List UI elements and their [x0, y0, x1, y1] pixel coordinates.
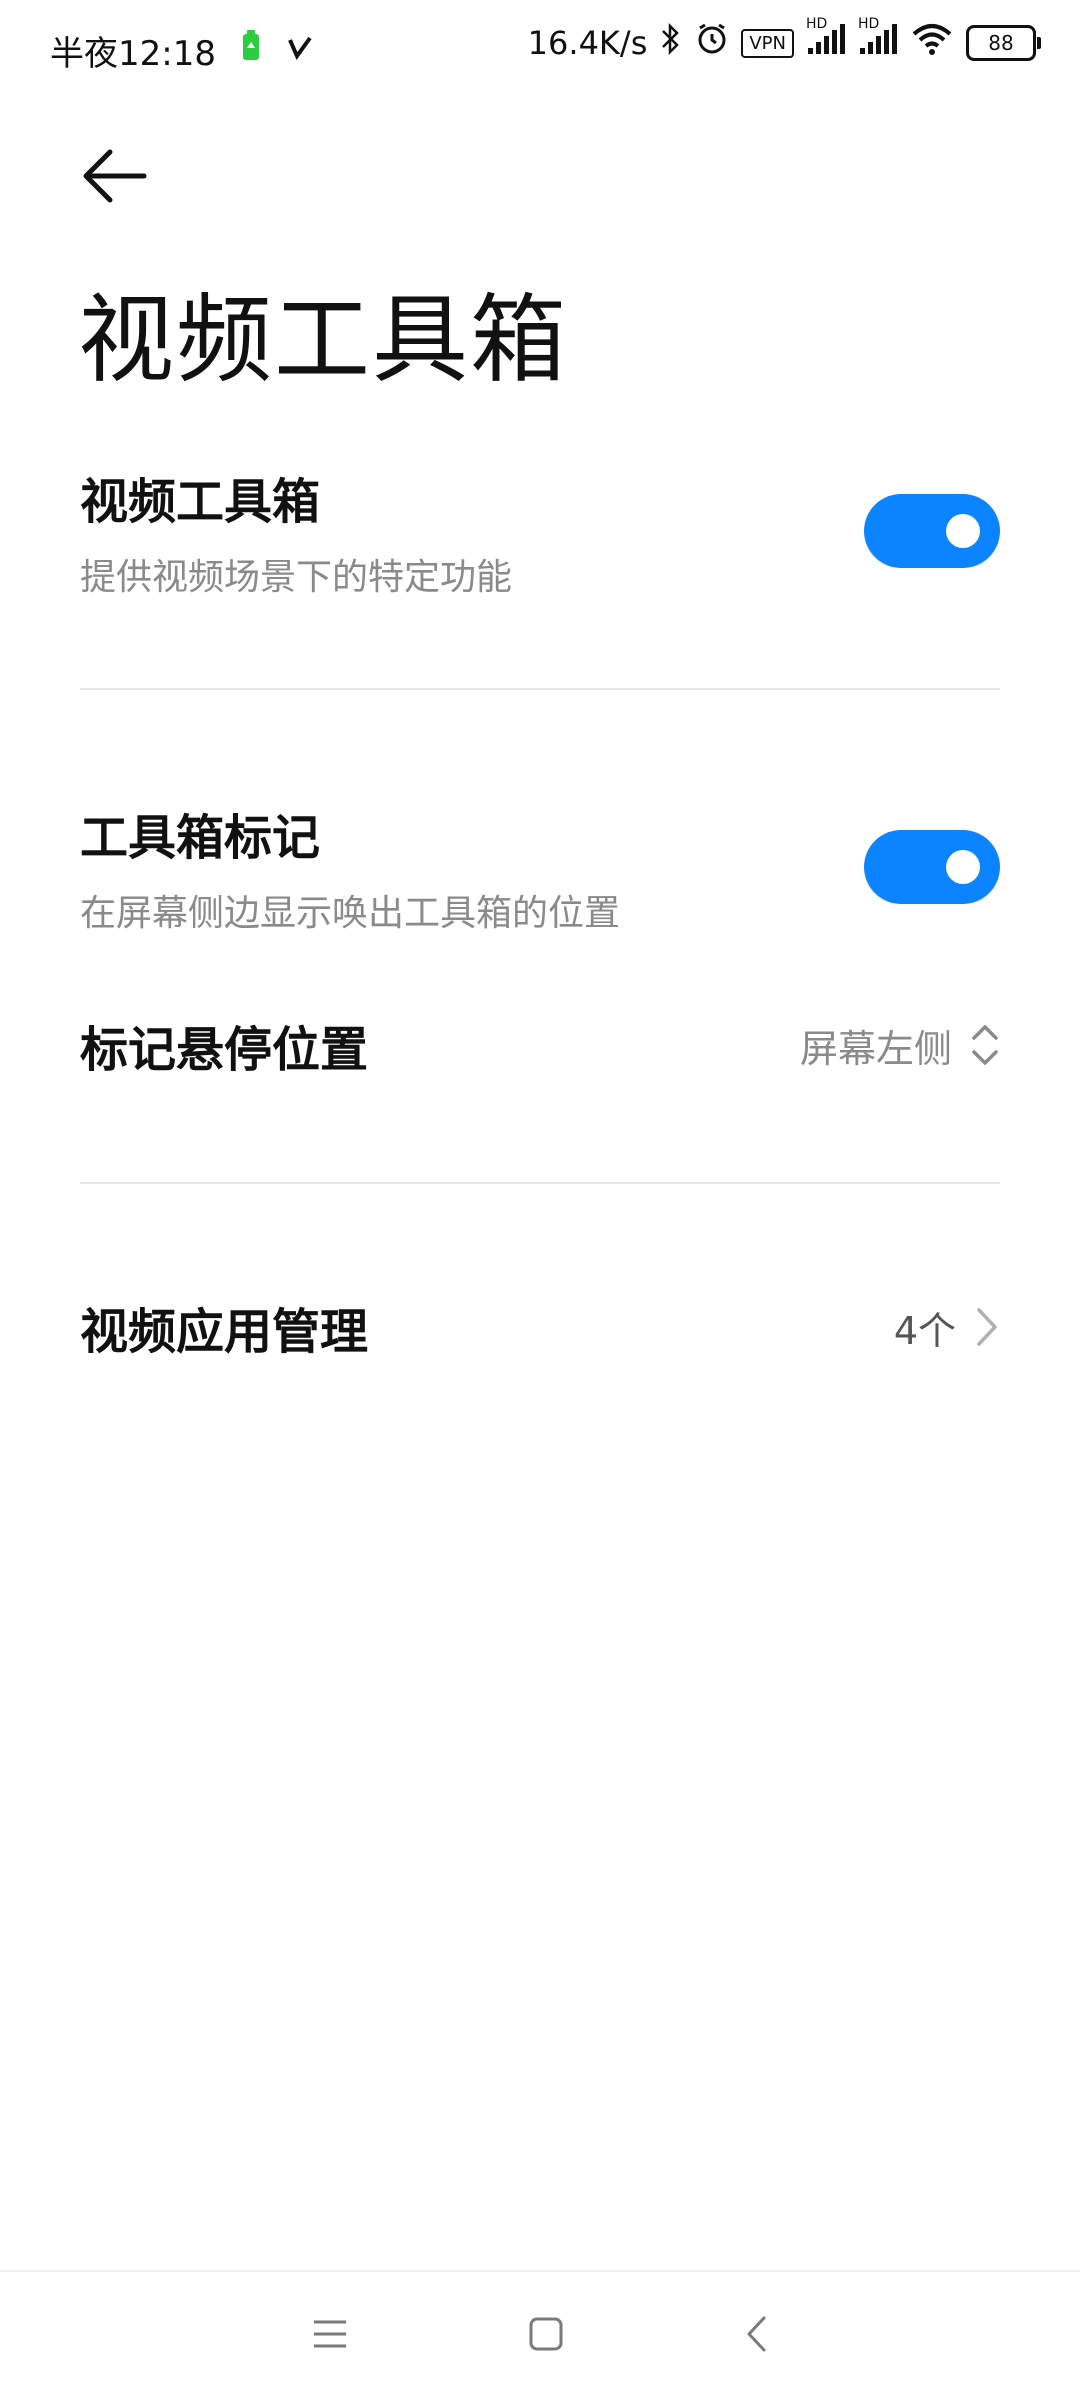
settings-screen: 半夜12:18 16.4K/s VPN HD HD 88 视频工具箱 视频工具箱…	[0, 0, 1080, 2400]
cellular-signal-2-icon: HD	[858, 16, 898, 64]
hd-label-2: HD	[858, 16, 880, 32]
battery-level: 88	[988, 31, 1014, 55]
menu-nav-button[interactable]	[312, 2319, 348, 2353]
chevron-up-down-icon	[972, 1025, 998, 1065]
app-notification-icon	[286, 31, 314, 71]
marker-position-selector[interactable]: 屏幕左侧	[800, 1018, 1000, 1073]
toggle-knob	[946, 514, 980, 548]
toggle-knob	[946, 850, 980, 884]
video-toolbox-toggle[interactable]	[864, 494, 1000, 568]
alarm-icon	[695, 22, 729, 64]
setting-toolbox-marker-title: 工具箱标记	[80, 810, 321, 866]
marker-position-value: 屏幕左侧	[799, 1026, 952, 1071]
setting-video-toolbox-subtitle: 提供视频场景下的特定功能	[80, 557, 513, 598]
app-management-value-area: 4个	[894, 1300, 1000, 1355]
battery-icon: 88	[966, 25, 1041, 61]
setting-video-toolbox-text: 视频工具箱 提供视频场景下的特定功能	[80, 462, 512, 600]
arrow-left-icon	[83, 149, 147, 203]
setting-video-toolbox[interactable]: 视频工具箱 提供视频场景下的特定功能	[80, 462, 1000, 600]
setting-marker-position-title: 标记悬停位置	[80, 1022, 369, 1078]
bluetooth-icon	[659, 22, 683, 64]
menu-icon	[314, 2320, 346, 2348]
chevron-right-icon	[977, 1308, 997, 1346]
divider	[80, 1182, 1000, 1184]
setting-video-toolbox-title: 视频工具箱	[80, 474, 321, 530]
navigation-bar	[0, 2270, 1080, 2400]
network-speed: 16.4K/s	[527, 24, 648, 62]
toolbox-marker-toggle[interactable]	[864, 830, 1000, 904]
setting-marker-position[interactable]: 标记悬停位置 屏幕左侧	[80, 1010, 1000, 1080]
chevron-left-icon	[747, 2316, 766, 2352]
back-button[interactable]	[80, 146, 150, 206]
page-title: 视频工具箱	[78, 284, 568, 396]
setting-app-management[interactable]: 视频应用管理 4个	[80, 1292, 1000, 1362]
setting-toolbox-marker[interactable]: 工具箱标记 在屏幕侧边显示唤出工具箱的位置	[80, 798, 1000, 936]
home-square-icon	[529, 2317, 563, 2351]
divider	[80, 688, 1000, 690]
status-bar: 半夜12:18 16.4K/s VPN HD HD 88	[0, 0, 1080, 96]
setting-toolbox-marker-subtitle: 在屏幕侧边显示唤出工具箱的位置	[80, 893, 621, 934]
cellular-signal-1-icon: HD	[806, 16, 846, 64]
status-left: 半夜12:18	[50, 26, 314, 75]
home-nav-button[interactable]	[528, 2316, 564, 2356]
status-right: 16.4K/s VPN HD HD 88	[527, 16, 1041, 64]
setting-toolbox-marker-text: 工具箱标记 在屏幕侧边显示唤出工具箱的位置	[80, 798, 620, 936]
app-management-count: 4个	[893, 1308, 956, 1353]
vpn-badge: VPN	[741, 28, 794, 58]
hd-label-1: HD	[806, 16, 828, 32]
wifi-icon	[910, 22, 954, 64]
back-nav-button[interactable]	[744, 2315, 768, 2357]
setting-app-management-title: 视频应用管理	[80, 1304, 369, 1360]
battery-saver-icon	[240, 30, 262, 71]
status-time: 半夜12:18	[50, 34, 216, 74]
